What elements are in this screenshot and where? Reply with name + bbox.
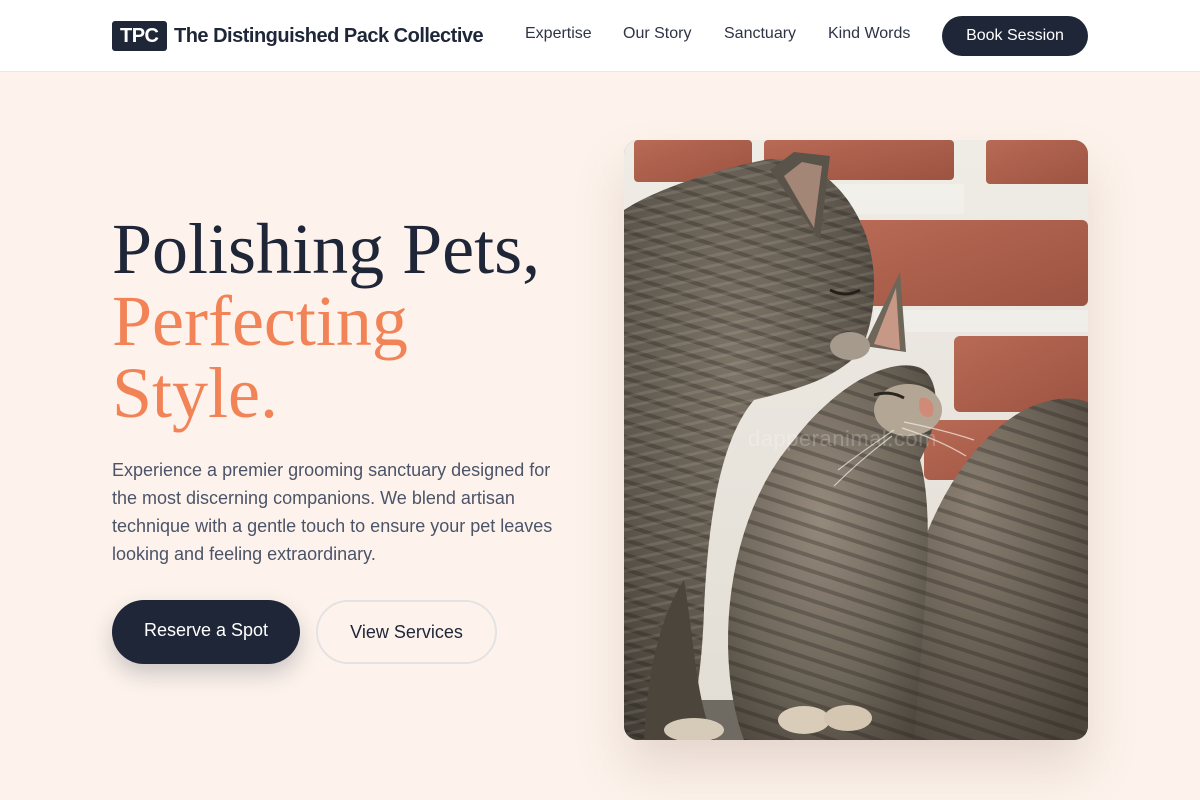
logo-badge[interactable]: TPC xyxy=(112,21,167,51)
headline-line-2: Perfecting xyxy=(112,281,408,361)
nav-link-sanctuary[interactable]: Sanctuary xyxy=(724,24,796,44)
brand-name[interactable]: The Distinguished Pack Collective xyxy=(174,23,484,49)
view-services-button[interactable]: View Services xyxy=(316,600,497,664)
nav-link-our-story[interactable]: Our Story xyxy=(623,24,691,44)
hero-headline: Polishing Pets, Perfecting Style. xyxy=(112,213,540,429)
hero-description: Experience a premier grooming sanctuary … xyxy=(112,460,553,564)
reserve-spot-button[interactable]: Reserve a Spot xyxy=(112,600,300,664)
nav-link-expertise[interactable]: Expertise xyxy=(525,24,592,44)
nav-link-kind-words[interactable]: Kind Words xyxy=(828,24,910,44)
photo-watermark: dapperanimal.com xyxy=(748,426,937,451)
book-session-button[interactable]: Book Session xyxy=(942,16,1088,56)
headline-line-3: Style. xyxy=(112,353,279,433)
hero-photo: dapperanimal.com xyxy=(624,140,1088,740)
site-header: TPC The Distinguished Pack Collective Ex… xyxy=(0,0,1200,72)
headline-line-1: Polishing Pets, xyxy=(112,209,541,289)
